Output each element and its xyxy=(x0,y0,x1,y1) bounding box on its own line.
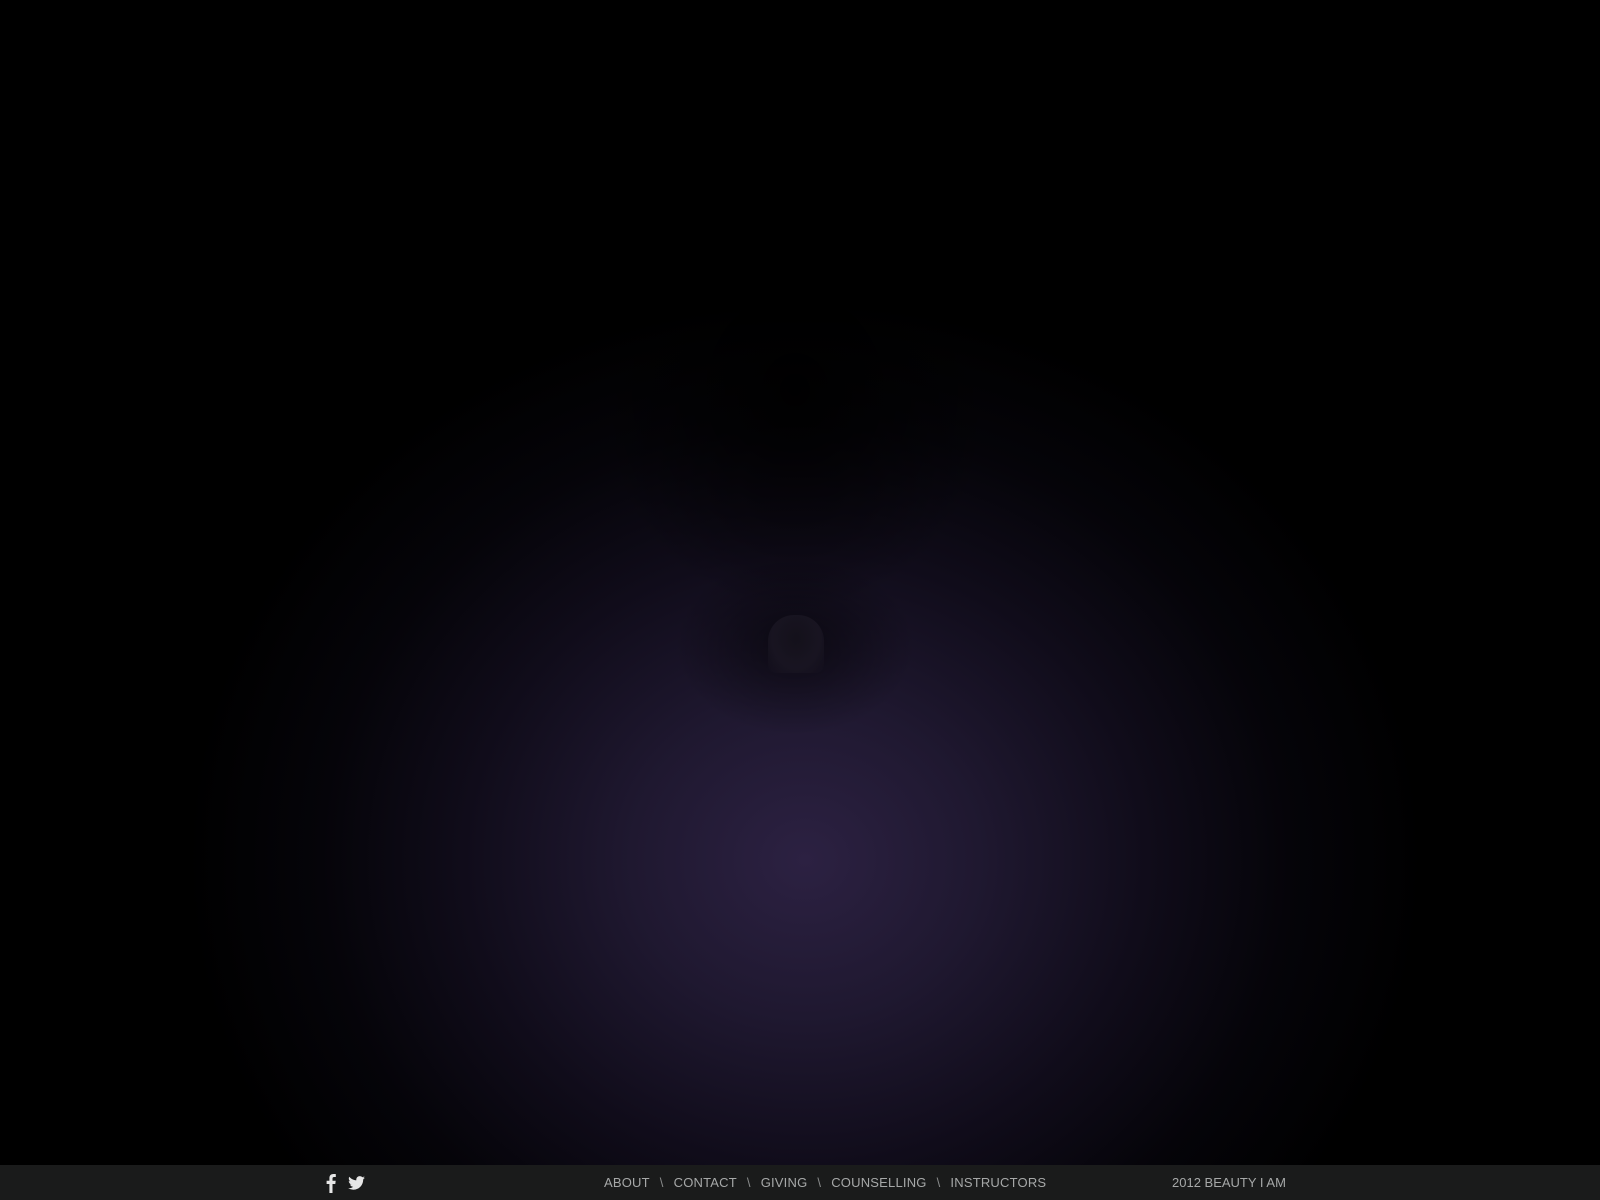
facebook-icon[interactable] xyxy=(326,1173,336,1193)
nav-separator: \ xyxy=(659,1175,664,1190)
hero-background xyxy=(0,0,1600,1165)
nav-link-contact[interactable]: CONTACT xyxy=(674,1175,737,1190)
footer-nav: ABOUT \ CONTACT \ GIVING \ COUNSELLING \… xyxy=(604,1165,1046,1200)
nav-separator: \ xyxy=(817,1175,822,1190)
footer: ABOUT \ CONTACT \ GIVING \ COUNSELLING \… xyxy=(0,1165,1600,1200)
twitter-icon[interactable] xyxy=(348,1175,365,1190)
nav-separator: \ xyxy=(936,1175,941,1190)
nav-link-counselling[interactable]: COUNSELLING xyxy=(831,1175,926,1190)
nav-link-about[interactable]: ABOUT xyxy=(604,1175,650,1190)
social-links xyxy=(326,1165,365,1200)
nav-link-instructors[interactable]: INSTRUCTORS xyxy=(950,1175,1046,1190)
nav-link-giving[interactable]: GIVING xyxy=(761,1175,808,1190)
copyright-text: 2012 BEAUTY I AM xyxy=(1172,1175,1286,1190)
nav-separator: \ xyxy=(746,1175,751,1190)
silhouette-figure xyxy=(768,615,824,673)
